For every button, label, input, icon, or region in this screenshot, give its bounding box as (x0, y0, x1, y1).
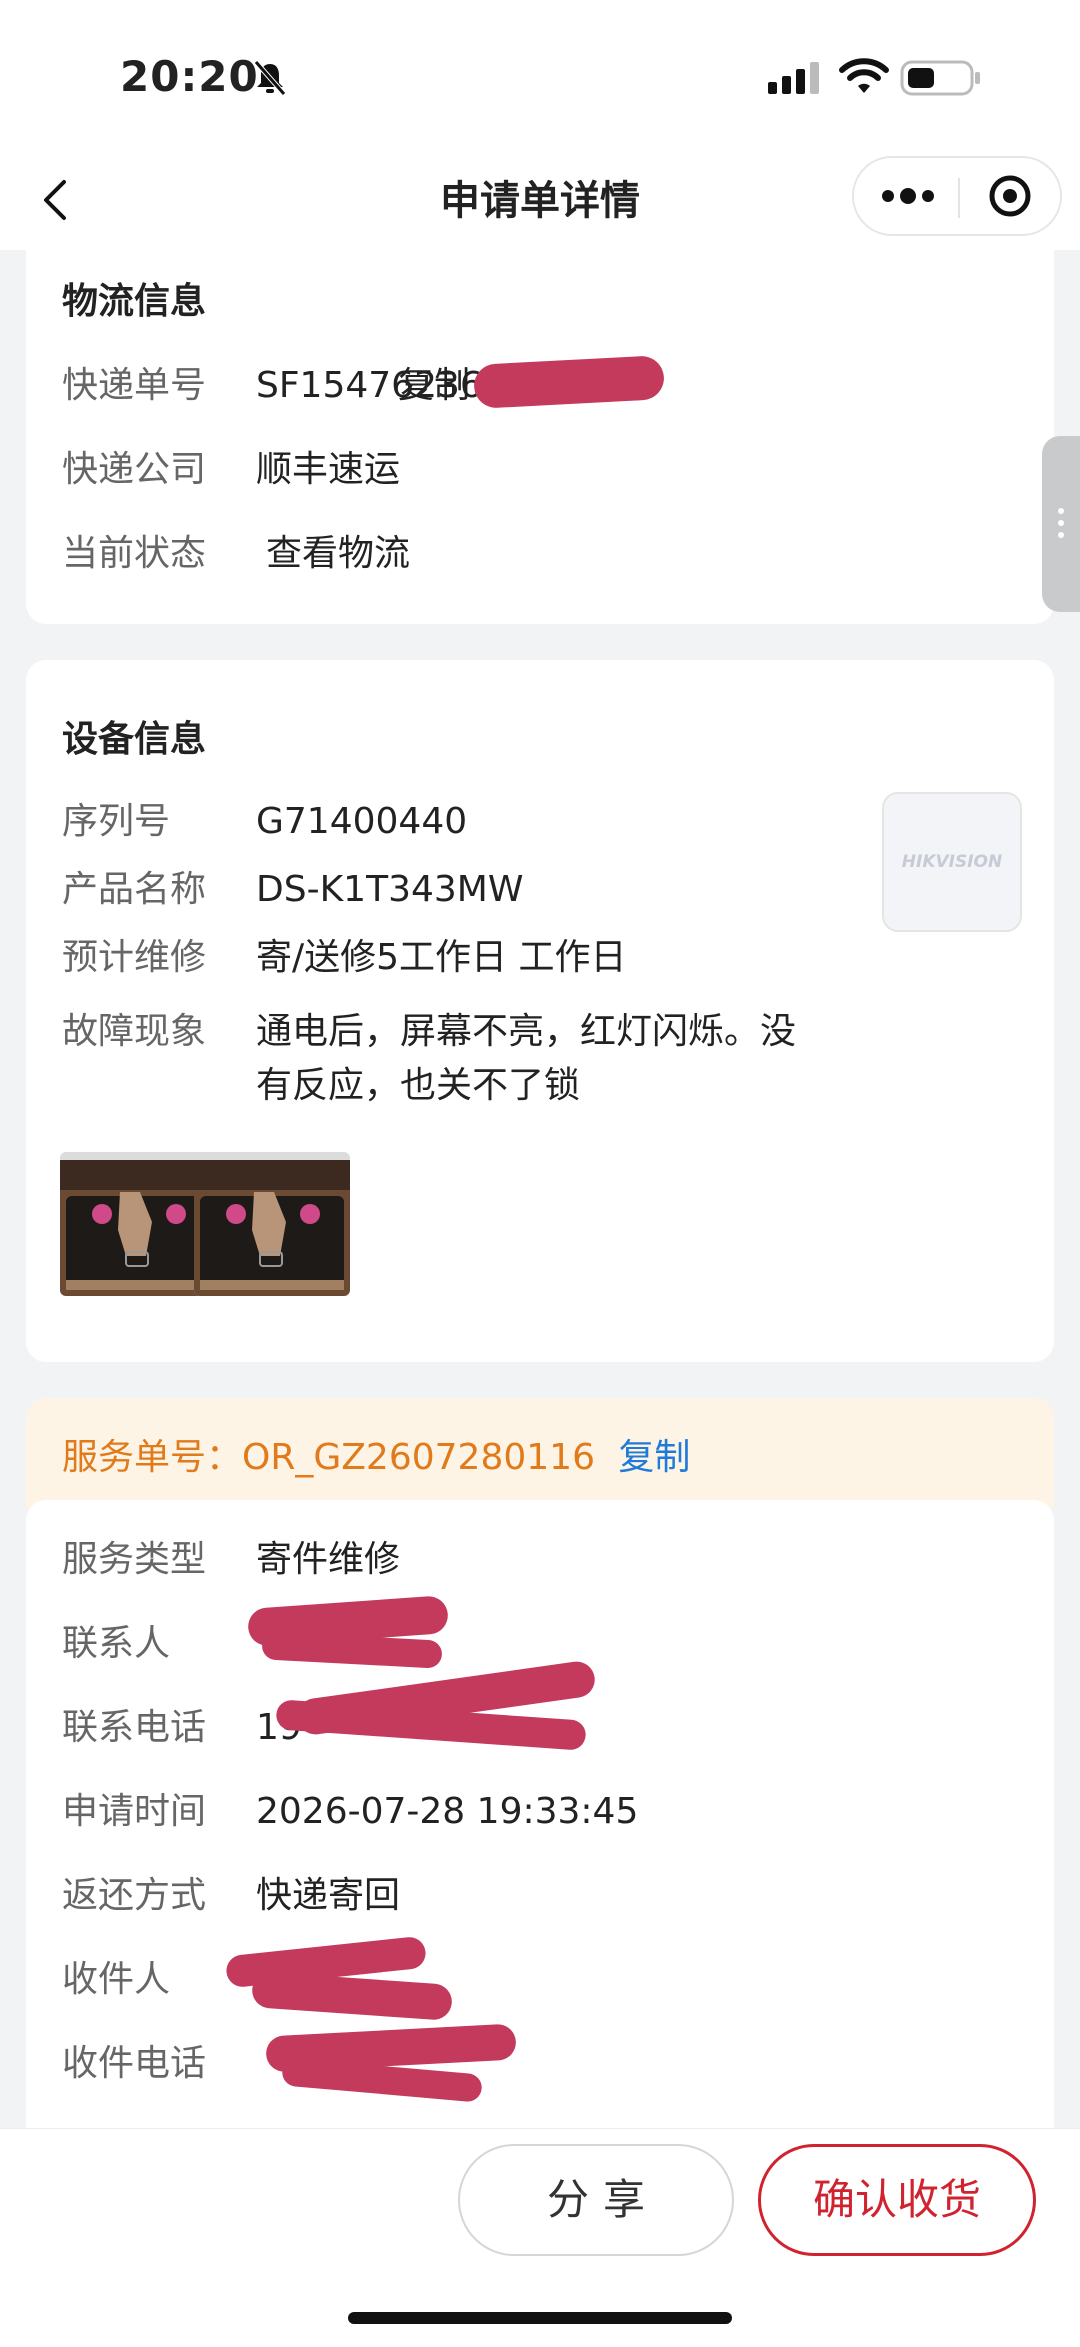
copy-service-order-button[interactable]: 复制 (618, 1437, 690, 1478)
home-indicator[interactable] (348, 2312, 732, 2324)
more-dot (922, 190, 934, 202)
close-target-icon[interactable] (960, 158, 1060, 234)
receiver-phone-label: 收件电话 (62, 2043, 207, 2084)
service-order-line: 服务单号：OR_GZ2607280116 复制 (62, 1428, 690, 1480)
bell-muted-icon (254, 60, 286, 96)
fault-line-1: 通电后，屏幕不亮，红灯闪烁。没 (256, 1011, 797, 1052)
logistics-title: 物流信息 (62, 281, 207, 322)
repair-label: 预计维修 (62, 937, 207, 978)
side-float-handle[interactable] (1042, 436, 1080, 612)
copy-tracking-button[interactable]: 复制 (398, 362, 470, 410)
handle-dot (1058, 508, 1064, 514)
fault-label: 故障现象 (62, 1011, 207, 1052)
device-brand-text: HIKVISION (901, 852, 1003, 872)
mini-program-capsule (852, 156, 1062, 236)
fault-line-2: 有反应，也关不了锁 (256, 1065, 581, 1106)
service-type-value: 寄件维修 (256, 1539, 401, 1580)
status-bar: 20:20 (0, 0, 1080, 150)
redaction-receiver (250, 1971, 454, 2021)
fault-photo-2[interactable] (194, 1152, 350, 1296)
wifi-icon (839, 58, 889, 93)
service-card: 服务类型 寄件维修 联系人 联系电话 19 申请时间 2026-07-28 19… (26, 1500, 1054, 2140)
battery-icon (900, 60, 980, 96)
service-order-header: 服务单号：OR_GZ2607280116 复制 (26, 1398, 1054, 1508)
fault-photo-1[interactable] (60, 1152, 216, 1296)
confirm-receipt-button[interactable]: 确认收货 (758, 2144, 1036, 2256)
more-button[interactable] (854, 158, 958, 234)
serial-label: 序列号 (62, 801, 171, 842)
device-product-image: HIKVISION (882, 792, 1022, 932)
repair-value: 寄/送修5工作日 工作日 (256, 937, 627, 978)
product-value: DS-K1T343MW (256, 869, 524, 910)
logistics-card: 物流信息 快递单号 SF15476236 复制 快递公司 顺丰速运 当前状态 查… (26, 250, 1054, 624)
return-label: 返还方式 (62, 1875, 207, 1916)
serial-value: G71400440 (256, 801, 468, 842)
status-time: 20:20 (120, 52, 259, 101)
company-label: 快递公司 (62, 449, 207, 490)
receiver-label: 收件人 (62, 1959, 171, 2000)
handle-dot (1058, 520, 1064, 526)
service-order-label: 服务单号： (62, 1437, 243, 1478)
product-label: 产品名称 (62, 869, 207, 910)
more-dot (900, 188, 916, 204)
contact-label: 联系人 (62, 1623, 171, 1664)
company-value: 顺丰速运 (256, 449, 401, 490)
redaction-contact (261, 1631, 443, 1669)
apply-time-value: 2026-07-28 19:33:45 (256, 1791, 639, 1832)
nav-bar: 申请单详情 (0, 150, 1080, 250)
return-value: 快递寄回 (256, 1875, 401, 1916)
device-card: 设备信息 序列号 G71400440 产品名称 DS-K1T343MW 预计维修… (26, 660, 1054, 1362)
view-logistics-link[interactable]: 查看物流 (266, 530, 410, 578)
service-order-number: OR_GZ2607280116 (242, 1437, 595, 1478)
share-button[interactable]: 分享 (458, 2144, 734, 2256)
more-dots-icon (882, 190, 894, 202)
phone-label: 联系电话 (62, 1707, 207, 1748)
redaction-tracking (472, 355, 666, 409)
apply-time-label: 申请时间 (62, 1791, 207, 1832)
device-title: 设备信息 (62, 719, 207, 760)
cellular-signal-icon (768, 62, 819, 94)
tracking-label: 快递单号 (62, 365, 207, 406)
status-label: 当前状态 (62, 533, 207, 574)
service-type-label: 服务类型 (62, 1539, 207, 1580)
handle-dot (1058, 532, 1064, 538)
